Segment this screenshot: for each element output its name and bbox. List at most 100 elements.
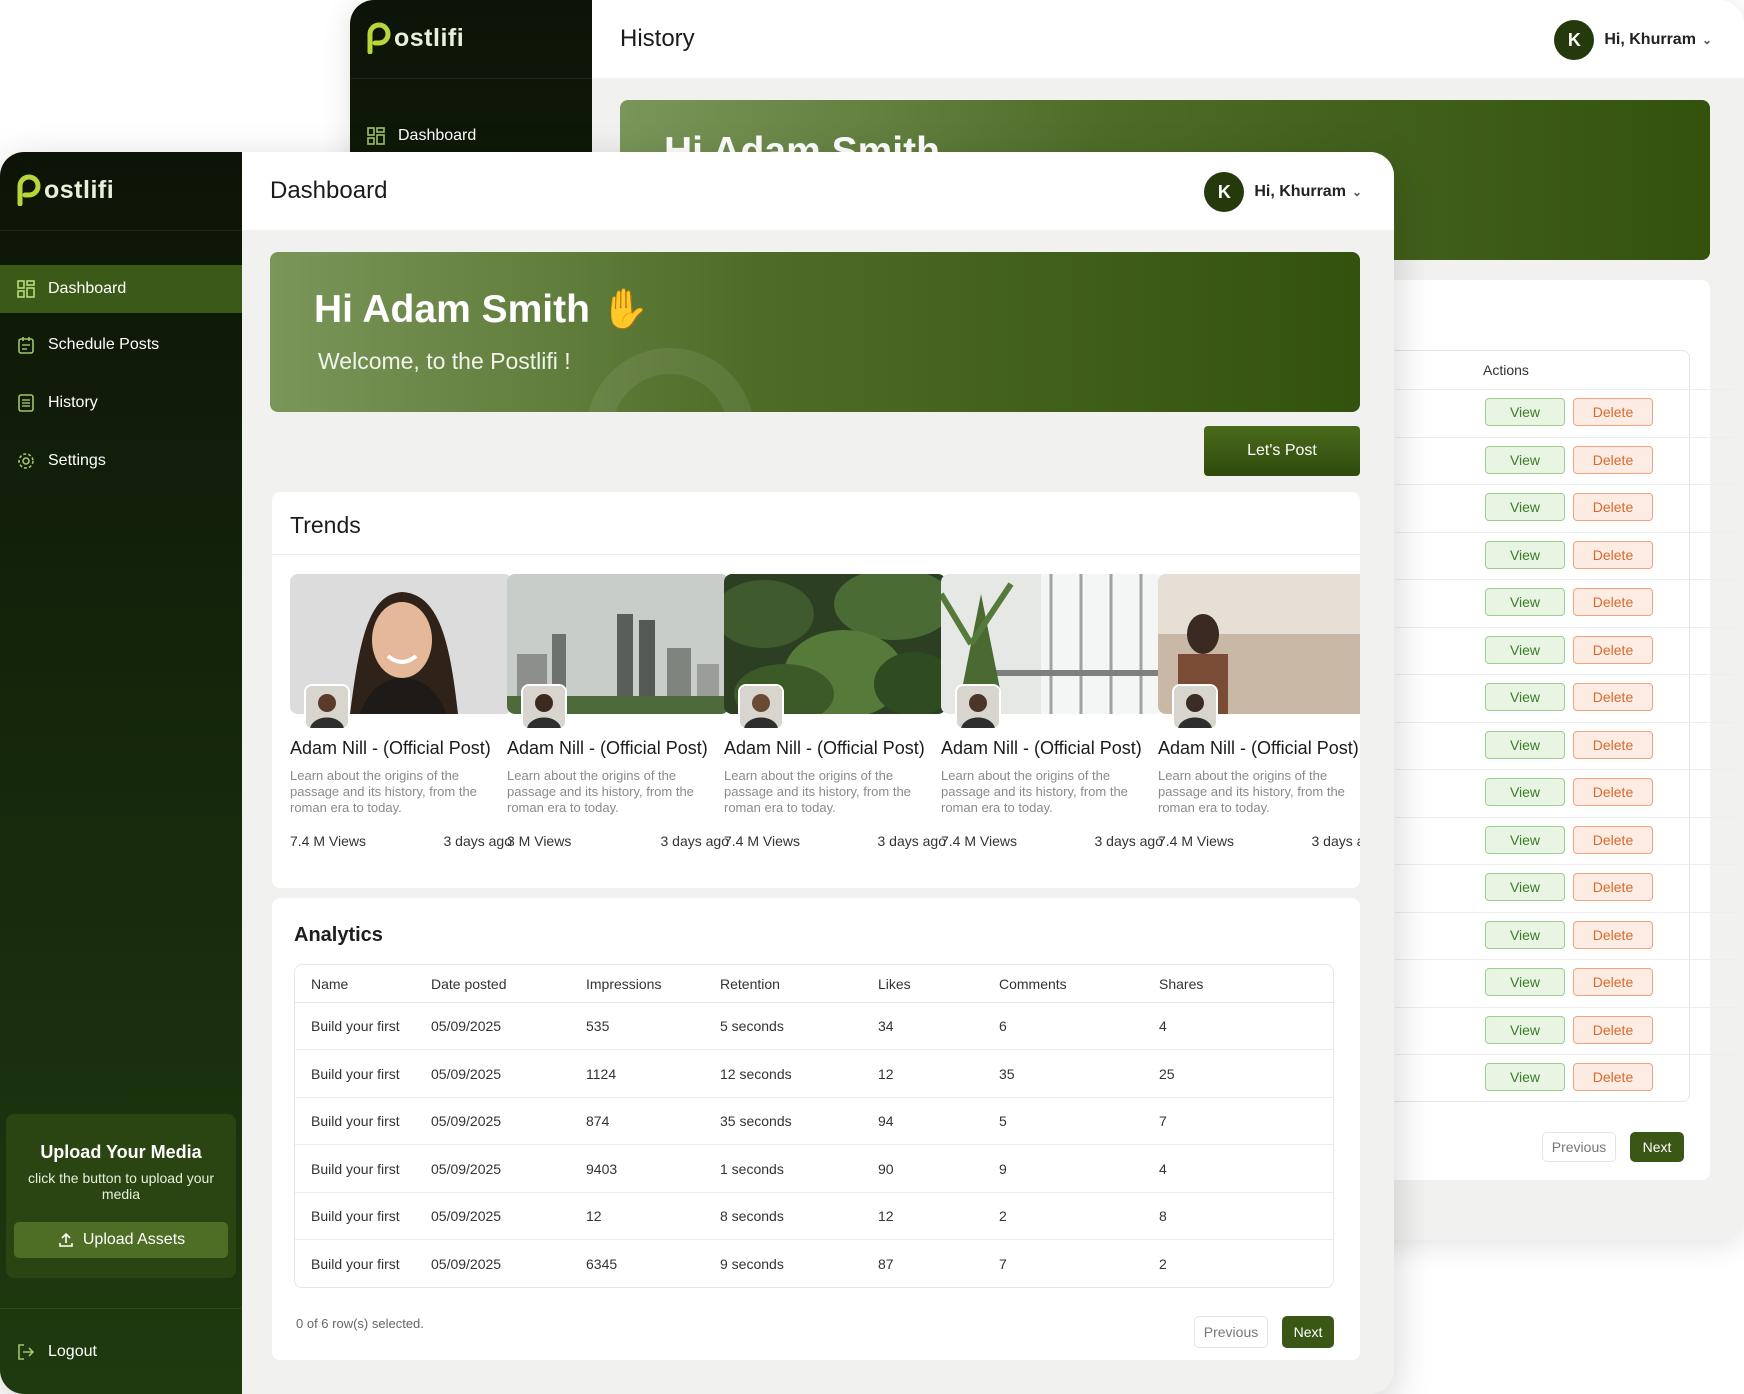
delete-button[interactable]: Delete <box>1573 730 1653 759</box>
sidebar-item-dashboard[interactable]: Dashboard <box>0 265 242 313</box>
table-cell: 535 <box>586 1018 610 1034</box>
trend-views: 7.4 M Views <box>290 833 366 849</box>
next-button[interactable]: Next <box>1282 1316 1334 1348</box>
welcome-banner: Hi Adam Smith ✋ Welcome, to the Postlifi… <box>270 252 1360 412</box>
row-divider <box>1395 721 1735 723</box>
lets-post-button[interactable]: Let's Post <box>1204 426 1360 476</box>
delete-button[interactable]: Delete <box>1573 635 1653 664</box>
brand-logo: ostlifi <box>366 22 464 54</box>
delete-button[interactable]: Delete <box>1573 683 1653 711</box>
trend-title: Adam Nill - (Official Post) <box>724 738 925 758</box>
delete-button[interactable]: Delete <box>1573 968 1653 996</box>
table-cell: Build your first <box>311 1256 400 1272</box>
view-button[interactable]: View <box>1485 493 1565 521</box>
view-button[interactable]: View <box>1485 873 1565 901</box>
view-button[interactable]: View <box>1485 968 1565 996</box>
logo-mark-icon <box>367 22 391 54</box>
view-button[interactable]: View <box>1485 730 1565 759</box>
divider <box>0 1308 242 1309</box>
delete-button[interactable]: Delete <box>1573 588 1653 616</box>
table-cell: 05/09/2025 <box>431 1018 502 1034</box>
row-divider <box>1395 816 1735 818</box>
sidebar-item-settings[interactable]: Settings <box>0 437 242 485</box>
decorative-ring <box>586 348 754 412</box>
calendar-icon <box>16 335 36 355</box>
view-button[interactable]: View <box>1485 1063 1565 1091</box>
previous-button[interactable]: Previous <box>1194 1316 1268 1348</box>
table-cell: 05/09/2025 <box>431 1160 502 1177</box>
delete-button[interactable]: Delete <box>1573 445 1653 474</box>
delete-button[interactable]: Delete <box>1573 920 1653 949</box>
sidebar-item-schedule-posts[interactable]: Schedule Posts <box>0 321 242 369</box>
delete-button[interactable]: Delete <box>1573 540 1653 569</box>
user-menu[interactable]: K Hi, Khurram ⌄ <box>1204 172 1362 212</box>
delete-button[interactable]: Delete <box>1573 873 1653 901</box>
view-button[interactable]: View <box>1485 540 1565 569</box>
table-row[interactable]: Build your first 05/09/2025 6345 9 seconds 8… <box>295 1241 1333 1288</box>
trend-card[interactable]: Adam Nill - (Official Post) Learn about t… <box>507 574 729 849</box>
delete-button[interactable]: Delete <box>1573 778 1653 806</box>
trend-card[interactable]: Adam Nill - (Official Post) Learn about t… <box>290 574 512 849</box>
view-button[interactable]: View <box>1485 920 1565 949</box>
table-cell: Build your first <box>311 1065 400 1082</box>
trend-description: Learn about the origins of the passage a… <box>941 768 1128 815</box>
brand-name: ostlifi <box>44 175 115 204</box>
history-previous-button[interactable]: Previous <box>1542 1132 1616 1162</box>
table-cell: 5 <box>999 1113 1007 1129</box>
trend-time: 3 days ago <box>877 833 947 849</box>
table-row[interactable]: Build your first 05/09/2025 12 8 seconds 12 2… <box>295 1193 1333 1240</box>
table-cell: Build your first <box>311 1160 400 1177</box>
brand-logo: ostlifi <box>16 174 114 206</box>
view-button[interactable]: View <box>1485 825 1565 854</box>
trend-time: 3 days ago <box>1311 833 1361 849</box>
row-divider <box>1395 389 1735 390</box>
delete-button[interactable]: Delete <box>1573 1015 1653 1044</box>
delete-button[interactable]: Delete <box>1573 398 1653 426</box>
sidebar-item-history[interactable]: History <box>0 379 242 427</box>
view-button[interactable]: View <box>1485 683 1565 711</box>
table-cell: 2 <box>1159 1256 1167 1272</box>
table-cell: 1124 <box>586 1065 617 1082</box>
avatar <box>955 684 1001 730</box>
list-icon <box>16 393 36 413</box>
table-cell: Build your first <box>311 1208 400 1224</box>
logout-button[interactable]: Logout <box>16 1342 97 1362</box>
history-header: History K Hi, Khurram ⌄ <box>592 0 1744 78</box>
hero-title: Hi Adam Smith ✋ <box>314 288 650 331</box>
table-cell: 05/09/2025 <box>431 1065 502 1082</box>
table-row[interactable]: Build your first 05/09/2025 9403 1 seconds 9… <box>295 1146 1333 1193</box>
view-button[interactable]: View <box>1485 635 1565 664</box>
table-cell: 5 seconds <box>720 1018 784 1034</box>
view-button[interactable]: View <box>1485 778 1565 806</box>
upload-assets-button[interactable]: Upload Assets <box>14 1222 228 1258</box>
user-menu[interactable]: K Hi, Khurram ⌄ <box>1554 20 1712 60</box>
view-button[interactable]: View <box>1485 398 1565 426</box>
table-cell: Build your first <box>311 1113 400 1129</box>
table-row[interactable]: Build your first 05/09/2025 874 35 seconds 9… <box>295 1098 1333 1145</box>
trend-card[interactable]: Adam Nill - (Official Post) Learn about t… <box>1158 574 1360 849</box>
view-button[interactable]: View <box>1485 1015 1565 1044</box>
trend-card[interactable]: Adam Nill - (Official Post) Learn about t… <box>724 574 946 849</box>
table-row[interactable]: Build your first 05/09/2025 1124 12 seconds… <box>295 1051 1333 1098</box>
grid-icon <box>16 279 36 299</box>
avatar <box>1172 684 1218 730</box>
grid-icon <box>366 126 386 146</box>
table-row[interactable]: Build your first 05/09/2025 535 5 seconds 34… <box>295 1003 1333 1050</box>
trend-meta: 7.4 M Views 3 days ago <box>1158 833 1360 849</box>
trend-card[interactable]: Adam Nill - (Official Post) Learn about t… <box>941 574 1163 849</box>
hero-subtitle: Welcome, to the Postlifi ! <box>318 348 571 374</box>
logo-mark-icon <box>17 174 41 206</box>
table-cell: 6345 <box>586 1256 618 1272</box>
column-header: Name <box>311 975 349 992</box>
delete-button[interactable]: Delete <box>1573 825 1653 854</box>
delete-button[interactable]: Delete <box>1573 493 1653 521</box>
gear-icon <box>16 451 36 471</box>
avatar <box>304 684 350 730</box>
analytics-table: Name Date posted Impressions Retention Likes… <box>294 964 1334 1288</box>
view-button[interactable]: View <box>1485 445 1565 474</box>
view-button[interactable]: View <box>1485 588 1565 616</box>
history-next-button[interactable]: Next <box>1630 1132 1684 1162</box>
table-header-row: Name Date posted Impressions Retention Likes… <box>295 965 1333 1003</box>
table-cell: 12 <box>878 1065 894 1082</box>
delete-button[interactable]: Delete <box>1573 1063 1653 1091</box>
